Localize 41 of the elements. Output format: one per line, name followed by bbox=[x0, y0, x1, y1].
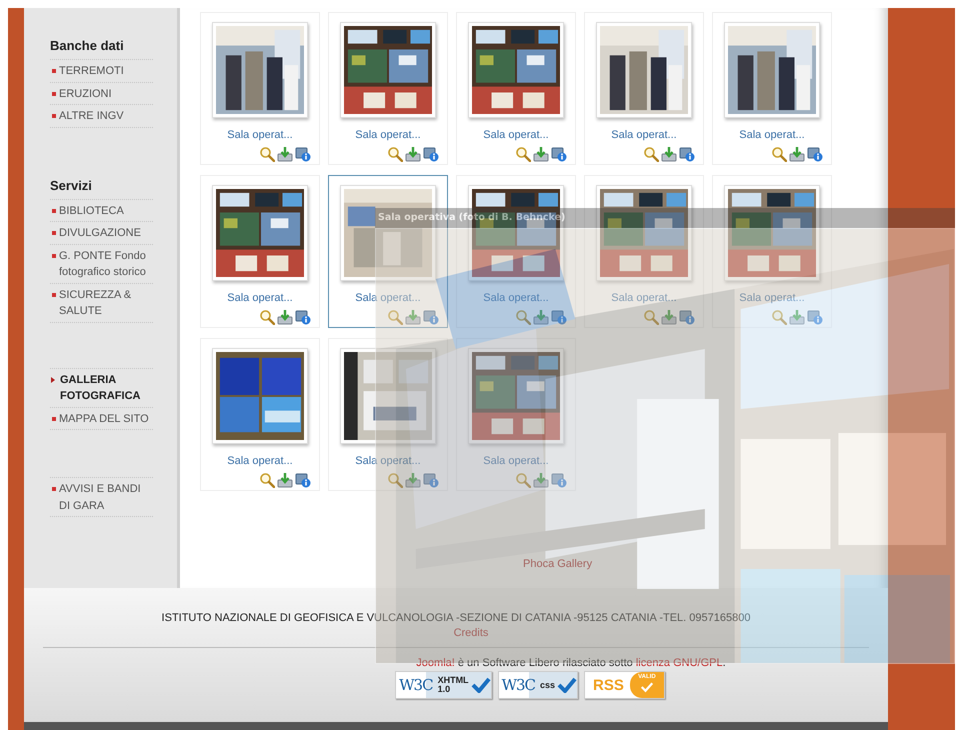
menu-item[interactable]: ERUZIONI bbox=[50, 82, 153, 105]
download-icon[interactable] bbox=[277, 472, 293, 488]
download-icon[interactable] bbox=[277, 309, 293, 325]
info-icon[interactable] bbox=[295, 309, 311, 325]
magnifier-icon[interactable] bbox=[259, 146, 275, 162]
photo-caption-link[interactable]: Sala operat... bbox=[355, 128, 421, 142]
info-icon[interactable] bbox=[551, 146, 567, 162]
validator-badge[interactable]: W3C css bbox=[498, 671, 578, 699]
photo-caption-link[interactable]: Sala operat... bbox=[611, 128, 677, 142]
magnifier-icon[interactable] bbox=[387, 146, 403, 162]
download-icon[interactable] bbox=[533, 146, 549, 162]
info-icon[interactable] bbox=[807, 146, 823, 162]
menu-item[interactable]: TERREMOTI bbox=[50, 60, 153, 82]
download-icon[interactable] bbox=[405, 146, 421, 162]
info-icon[interactable] bbox=[679, 146, 695, 162]
photo-caption-link[interactable]: Sala operat... bbox=[227, 454, 293, 468]
menu-item[interactable]: SICUREZZA & SALUTE bbox=[50, 284, 153, 322]
magnifier-icon[interactable] bbox=[771, 146, 787, 162]
menu-item[interactable]: ALTRE INGV bbox=[50, 105, 153, 128]
photo-caption-link[interactable]: Sala operat... bbox=[227, 128, 293, 142]
info-icon[interactable] bbox=[295, 472, 311, 488]
menu-item[interactable]: MAPPA DEL SITO bbox=[50, 408, 153, 430]
magnifier-icon[interactable] bbox=[515, 146, 531, 162]
section-heading: Servizi bbox=[50, 172, 153, 200]
magnifier-icon[interactable] bbox=[259, 472, 275, 488]
photo-caption-link[interactable]: Sala operat... bbox=[227, 291, 293, 305]
download-icon[interactable] bbox=[277, 146, 293, 162]
section-heading: Banche dati bbox=[50, 32, 153, 60]
info-icon[interactable] bbox=[423, 146, 439, 162]
menu-item[interactable]: GALLERIA FOTOGRAFICA bbox=[50, 368, 153, 408]
menu-item[interactable]: AVVISI E BANDI DI GARA bbox=[50, 478, 153, 517]
photo-caption-link[interactable]: Sala operat... bbox=[739, 128, 805, 142]
download-icon[interactable] bbox=[661, 146, 677, 162]
info-icon[interactable] bbox=[295, 146, 311, 162]
photo-caption-link[interactable]: Sala operat... bbox=[483, 128, 549, 142]
magnifier-icon[interactable] bbox=[259, 309, 275, 325]
menu-item[interactable]: G. PONTE Fondo fotografico storico bbox=[50, 244, 153, 284]
menu-item[interactable]: BIBLIOTECA bbox=[50, 200, 153, 222]
menu-item[interactable]: DIVULGAZIONE bbox=[50, 222, 153, 244]
download-icon[interactable] bbox=[789, 146, 805, 162]
magnifier-icon[interactable] bbox=[643, 146, 659, 162]
